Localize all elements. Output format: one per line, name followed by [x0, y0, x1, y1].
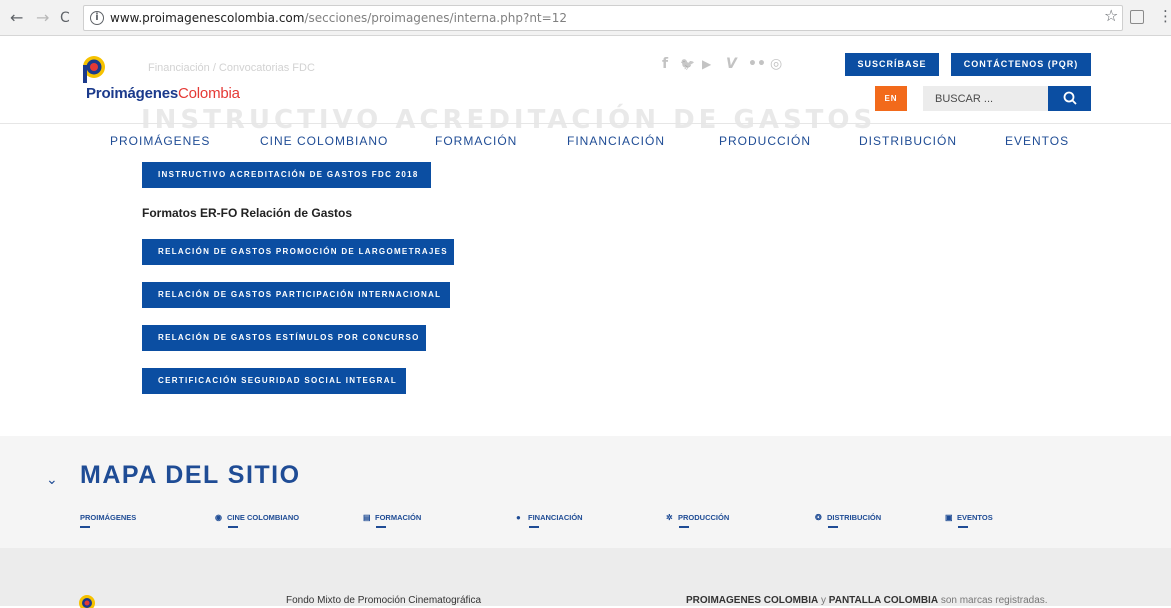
contact-button[interactable]: CONTÁCTENOS (PQR) [951, 53, 1091, 76]
format-button-participacion-internacional[interactable]: RELACIÓN DE GASTOS PARTICIPACIÓN INTERNA… [142, 282, 450, 308]
sitemap-link-distribucion[interactable]: ❂ DISTRIBUCIÓN [815, 513, 882, 528]
browser-menu-icon[interactable]: ⋮ [1158, 7, 1171, 25]
logo-text-light: Colombia [178, 85, 240, 102]
extension-icon[interactable] [1130, 10, 1144, 24]
calendar-icon: ▣ [945, 513, 953, 522]
flickr-icon[interactable]: •• [748, 56, 766, 72]
search-button[interactable] [1048, 86, 1091, 111]
footer-brand-1: PROIMAGENES COLOMBIA [686, 595, 819, 606]
sitemap-link-label: CINE COLOMBIANO [227, 513, 300, 522]
header-divider [0, 123, 1171, 124]
sitemap-link-formacion[interactable]: ▤ FORMACIÓN [363, 513, 422, 528]
address-bar[interactable]: i www.proimagenescolombia.com/secciones/… [83, 5, 1123, 31]
sitemap-link-label: DISTRIBUCIÓN [827, 513, 882, 522]
format-button-estimulos-concurso[interactable]: RELACIÓN DE GASTOS ESTÍMULOS POR CONCURS… [142, 325, 426, 351]
nav-item-cine-colombiano[interactable]: CINE COLOMBIANO [260, 134, 388, 148]
nav-item-formacion[interactable]: FORMACIÓN [435, 134, 517, 148]
url-host: www.proimagenescolombia.com [110, 11, 305, 25]
nav-item-eventos[interactable]: EVENTOS [1005, 134, 1069, 148]
url-text[interactable]: www.proimagenescolombia.com/secciones/pr… [110, 11, 567, 25]
film-reel-icon: ✲ [666, 513, 673, 522]
nav-item-produccion[interactable]: PRODUCCIÓN [719, 134, 811, 148]
search-field [923, 86, 1048, 111]
sitemap-link-label: FINANCIACIÓN [528, 513, 583, 522]
sitemap-link-label: FORMACIÓN [375, 513, 422, 522]
nav-item-financiacion[interactable]: FINANCIACIÓN [567, 134, 665, 148]
chevron-down-icon[interactable]: ⌄ [46, 472, 58, 488]
page-title-ghost: INSTRUCTIVO ACREDITACIÓN DE GASTOS [141, 105, 877, 135]
footer-tail: son marcas registradas. [938, 595, 1048, 606]
forward-icon[interactable]: → [36, 8, 49, 28]
reload-icon[interactable]: C [60, 8, 70, 28]
sitemap-link-proimagenes[interactable]: PROIMÁGENES [80, 513, 137, 528]
browser-toolbar: ← → C i www.proimagenescolombia.com/secc… [0, 0, 1171, 36]
coin-icon: ● [516, 513, 521, 522]
info-icon[interactable]: i [90, 11, 104, 25]
url-path: /secciones/proimagenes/interna.php?nt=12 [304, 11, 567, 25]
sitemap-link-label: PROIMÁGENES [80, 513, 137, 522]
logo-wordmark: ProimágenesColombia [86, 85, 240, 102]
sitemap-link-produccion[interactable]: ✲ PRODUCCIÓN [666, 513, 730, 528]
sitemap-link-financiacion[interactable]: ● FINANCIACIÓN [516, 513, 583, 528]
search-input[interactable] [923, 86, 1048, 111]
back-icon[interactable]: ← [10, 8, 23, 28]
youtube-icon[interactable]: ▶ [702, 56, 711, 72]
eye-icon: ◉ [215, 513, 222, 522]
sitemap-section: ⌄ MAPA DEL SITIO PROIMÁGENES ◉ CINE COLOM… [0, 436, 1171, 548]
footer-trademark: PROIMAGENES COLOMBIA y PANTALLA COLOMBIA… [686, 595, 1048, 606]
instagram-icon[interactable]: ◎ [770, 56, 782, 72]
sitemap-title: MAPA DEL SITIO [80, 461, 301, 489]
format-button-seguridad-social[interactable]: CERTIFICACIÓN SEGURIDAD SOCIAL INTEGRAL [142, 368, 406, 394]
search-icon [1063, 91, 1077, 105]
format-button-promocion-largometrajes[interactable]: RELACIÓN DE GASTOS PROMOCIÓN DE LARGOMET… [142, 239, 454, 265]
footer-connector: y [818, 595, 829, 606]
instructivo-download-button[interactable]: INSTRUCTIVO ACREDITACIÓN DE GASTOS FDC 2… [142, 162, 431, 188]
logo-text-bold: Proimágenes [86, 85, 179, 102]
subscribe-button[interactable]: SUSCRÍBASE [845, 53, 939, 76]
book-icon: ▤ [363, 513, 371, 522]
sitemap-link-label: EVENTOS [957, 513, 993, 522]
facebook-icon[interactable]: f [662, 56, 668, 72]
breadcrumb[interactable]: Financiación / Convocatorias FDC [148, 62, 315, 74]
vimeo-icon[interactable]: V [726, 56, 737, 72]
footer-brand-2: PANTALLA COLOMBIA [828, 595, 939, 606]
twitter-icon[interactable]: 🐦 [680, 56, 695, 72]
sitemap-link-eventos[interactable]: ▣ EVENTOS [945, 513, 993, 528]
bookmark-star-icon[interactable]: ☆ [1104, 6, 1118, 25]
sitemap-link-label: PRODUCCIÓN [678, 513, 730, 522]
sitemap-link-cine-colombiano[interactable]: ◉ CINE COLOMBIANO [215, 513, 300, 528]
logo-mark-icon [83, 56, 105, 83]
language-en-button[interactable]: EN [875, 86, 907, 111]
main-navigation: PROIMÁGENES CINE COLOMBIANO FORMACIÓN FI… [0, 134, 1171, 152]
nav-item-proimagenes[interactable]: PROIMÁGENES [110, 134, 210, 148]
footer-organization: Fondo Mixto de Promoción Cinematográfica [286, 595, 482, 606]
globe-icon: ❂ [815, 513, 822, 522]
nav-item-distribucion[interactable]: DISTRIBUCIÓN [859, 134, 957, 148]
footer: Fondo Mixto de Promoción Cinematográfica… [0, 548, 1171, 608]
formats-heading: Formatos ER-FO Relación de Gastos [142, 206, 353, 220]
